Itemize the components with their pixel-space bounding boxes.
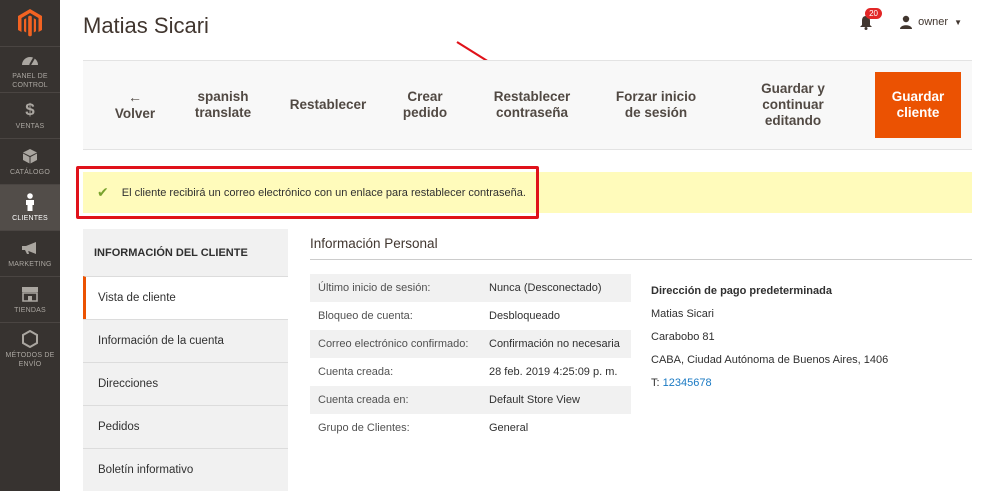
table-row: Grupo de Clientes: General	[310, 414, 631, 442]
page-title: Matias Sicari	[83, 13, 209, 38]
nav-customers[interactable]: CLIENTES	[0, 184, 60, 230]
nav-dashboard[interactable]: PANEL DE CONTROL	[0, 46, 60, 92]
box-icon	[22, 146, 38, 166]
table-row: Correo electrónico confirmado: Confirmac…	[310, 330, 631, 358]
annotation-highlight-box	[76, 166, 539, 219]
row-label: Bloqueo de cuenta:	[318, 310, 413, 322]
spanish-translate-label: spanish translate	[194, 89, 252, 120]
store-icon	[21, 284, 39, 304]
nav-marketing[interactable]: MARKETING	[0, 230, 60, 276]
nav-label: CATÁLOGO	[10, 169, 50, 176]
reset-button[interactable]: Restablecer	[283, 61, 373, 149]
nav-label: MARKETING	[8, 261, 52, 268]
admin-sidebar: PANEL DE CONTROL $ VENTAS CATÁLOGO CLIEN…	[0, 0, 60, 491]
notifications-button[interactable]: 20	[855, 8, 883, 32]
create-order-label: Crear pedido	[402, 89, 448, 120]
section-divider	[310, 259, 972, 260]
nav-label: CLIENTES	[12, 215, 48, 222]
row-label: Cuenta creada:	[318, 366, 394, 378]
table-row: Cuenta creada: 28 feb. 2019 4:25:09 p. m…	[310, 358, 631, 386]
nav-label: PANEL DE CONTROL	[12, 72, 48, 89]
phone-prefix: T:	[651, 377, 660, 389]
reset-password-label: Restablecer contraseña	[493, 89, 571, 120]
spanish-translate-button[interactable]: spanish translate	[190, 61, 256, 149]
table-row: Bloqueo de cuenta: Desbloqueado	[310, 302, 631, 330]
force-login-button[interactable]: Forzar inicio de sesión	[608, 61, 704, 149]
row-value: 28 feb. 2019 4:25:09 p. m.	[489, 366, 618, 378]
dashboard-icon	[21, 50, 39, 70]
phone-link[interactable]: 12345678	[663, 377, 712, 389]
nav-sales[interactable]: $ VENTAS	[0, 92, 60, 138]
hexagon-icon	[22, 329, 38, 349]
row-label: Último inicio de sesión:	[310, 274, 485, 302]
notifications-count-badge: 20	[865, 8, 883, 19]
save-customer-button[interactable]: Guardar cliente	[875, 72, 961, 138]
personal-info-table: Último inicio de sesión: Nunca (Desconec…	[310, 274, 631, 442]
reset-password-button[interactable]: Restablecer contraseña	[487, 61, 577, 149]
row-value: General	[489, 422, 529, 434]
tab-newsletter[interactable]: Boletín informativo	[83, 448, 288, 491]
billing-address-block: Dirección de pago predeterminada Matias …	[651, 280, 888, 395]
customer-info-tabs: INFORMACIÓN DEL CLIENTE Vista de cliente…	[83, 229, 288, 491]
tab-addresses[interactable]: Direcciones	[83, 362, 288, 405]
row-label: Correo electrónico confirmado:	[310, 330, 485, 358]
user-icon	[900, 15, 913, 29]
personal-info-title: Información Personal	[310, 236, 438, 251]
tab-account-information[interactable]: Información de la cuenta	[83, 319, 288, 362]
tabs-title: INFORMACIÓN DEL CLIENTE	[94, 246, 248, 259]
chevron-down-icon: ▼	[954, 17, 962, 27]
nav-stores[interactable]: TIENDAS	[0, 276, 60, 322]
person-icon	[24, 192, 36, 212]
row-label: Grupo de Clientes:	[318, 422, 410, 434]
tab-customer-view[interactable]: Vista de cliente	[83, 276, 288, 319]
address-name: Matias Sicari	[651, 308, 714, 320]
magento-logo[interactable]	[0, 0, 60, 46]
row-value: Desbloqueado	[489, 310, 560, 322]
address-phone: T: 12345678	[651, 372, 888, 395]
row-value: Nunca (Desconectado)	[485, 274, 631, 302]
table-row: Último inicio de sesión: Nunca (Desconec…	[310, 274, 631, 302]
nav-shipping-methods[interactable]: MÉTODOS DE ENVÍO	[0, 322, 60, 374]
nav-catalog[interactable]: CATÁLOGO	[0, 138, 60, 184]
back-button-label: Volver	[114, 105, 156, 121]
row-label: Cuenta creada en:	[310, 386, 485, 414]
header-actions: 20 owner ▼	[855, 8, 962, 32]
table-row: Cuenta creada en: Default Store View	[310, 386, 631, 414]
arrow-left-icon: ←	[128, 88, 142, 105]
force-login-label: Forzar inicio de sesión	[615, 89, 697, 120]
user-name: owner	[918, 16, 949, 28]
dollar-icon: $	[25, 100, 35, 119]
back-button[interactable]: ← Volver	[103, 61, 167, 149]
page-actions-toolbar: ← Volver spanish translate Restablecer C…	[83, 60, 972, 150]
reset-label: Restablecer	[289, 97, 367, 112]
create-order-button[interactable]: Crear pedido	[392, 61, 458, 149]
row-value: Default Store View	[485, 386, 631, 414]
row-value: Confirmación no necesaria	[485, 330, 631, 358]
megaphone-icon	[21, 238, 39, 258]
nav-label: TIENDAS	[14, 307, 46, 314]
tab-orders[interactable]: Pedidos	[83, 405, 288, 448]
address-street: Carabobo 81	[651, 331, 715, 343]
save-continue-label: Guardar y continuar editando	[761, 81, 825, 128]
address-city: CABA, Ciudad Autónoma de Buenos Aires, 1…	[651, 354, 889, 366]
billing-address-title: Dirección de pago predeterminada	[651, 285, 832, 297]
save-customer-label: Guardar cliente	[891, 89, 945, 120]
magento-logo-icon	[18, 9, 42, 37]
save-continue-button[interactable]: Guardar y continuar editando	[745, 61, 841, 149]
nav-label: MÉTODOS DE ENVÍO	[5, 351, 55, 368]
nav-label: VENTAS	[15, 123, 45, 130]
user-menu[interactable]: owner ▼	[899, 15, 962, 29]
